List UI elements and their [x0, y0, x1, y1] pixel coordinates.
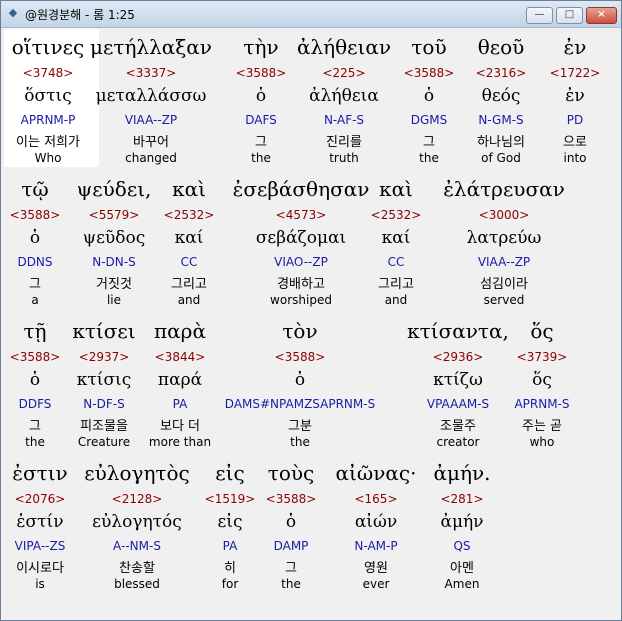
window-title: @원경분해 - 롬 1:25 — [25, 8, 135, 22]
parse-code: VIAA--ZP — [477, 255, 531, 269]
strong-number: <3000> — [478, 208, 530, 222]
interlinear-panel: οἵτινες <3748> ὅστις APRNM-P 이는 저희가 Who μετήλλ… — [4, 29, 618, 616]
korean-gloss: 주는 곧 — [521, 419, 562, 434]
parse-code: APRNM-S — [514, 397, 570, 411]
korean-gloss: 그분 — [288, 419, 312, 434]
lemma-word: ὅς — [532, 370, 552, 390]
strong-number: <3739> — [516, 350, 568, 364]
english-gloss: who — [529, 435, 555, 449]
english-gloss: into — [563, 151, 587, 165]
app-icon: ◆ — [8, 6, 18, 19]
app-window: ◆ @원경분해 - 롬 1:25 — □ × οἵτινες <3748> ὅστι… — [0, 0, 622, 621]
greek-word: ἀμήν. — [433, 461, 491, 485]
parse-code: DAMS#NPAMZSAPRNM-S — [224, 397, 376, 411]
strong-number: <1722> — [549, 66, 601, 80]
english-gloss: served — [483, 293, 525, 307]
greek-word: ὅς — [530, 319, 554, 343]
parse-code: QS — [453, 539, 471, 553]
korean-gloss: 으로 — [563, 135, 587, 150]
korean-gloss: 아멘 — [450, 561, 474, 576]
lemma-word: λατρεύω — [466, 228, 542, 248]
korean-gloss: 섬김이라 — [480, 277, 528, 292]
title-bar[interactable]: ◆ @원경분해 - 롬 1:25 — □ × — [1, 1, 621, 28]
maximize-button[interactable]: □ — [556, 7, 583, 24]
lemma-word: ἐν — [565, 86, 585, 106]
parse-code: PD — [566, 113, 584, 127]
lemma-word: ὁ — [294, 370, 306, 390]
strong-number: <281> — [440, 492, 484, 506]
greek-word: ἐλάτρευσαν — [443, 177, 565, 201]
english-gloss: Amen — [444, 577, 480, 591]
english-gloss: the — [290, 435, 310, 449]
lemma-word: ἀμήν — [440, 512, 484, 532]
close-button[interactable]: × — [586, 7, 617, 24]
greek-word: ἐν — [563, 35, 587, 59]
greek-word: τὸν — [282, 319, 318, 343]
minimize-button[interactable]: — — [526, 7, 553, 24]
strong-number: <3588> — [274, 350, 326, 364]
